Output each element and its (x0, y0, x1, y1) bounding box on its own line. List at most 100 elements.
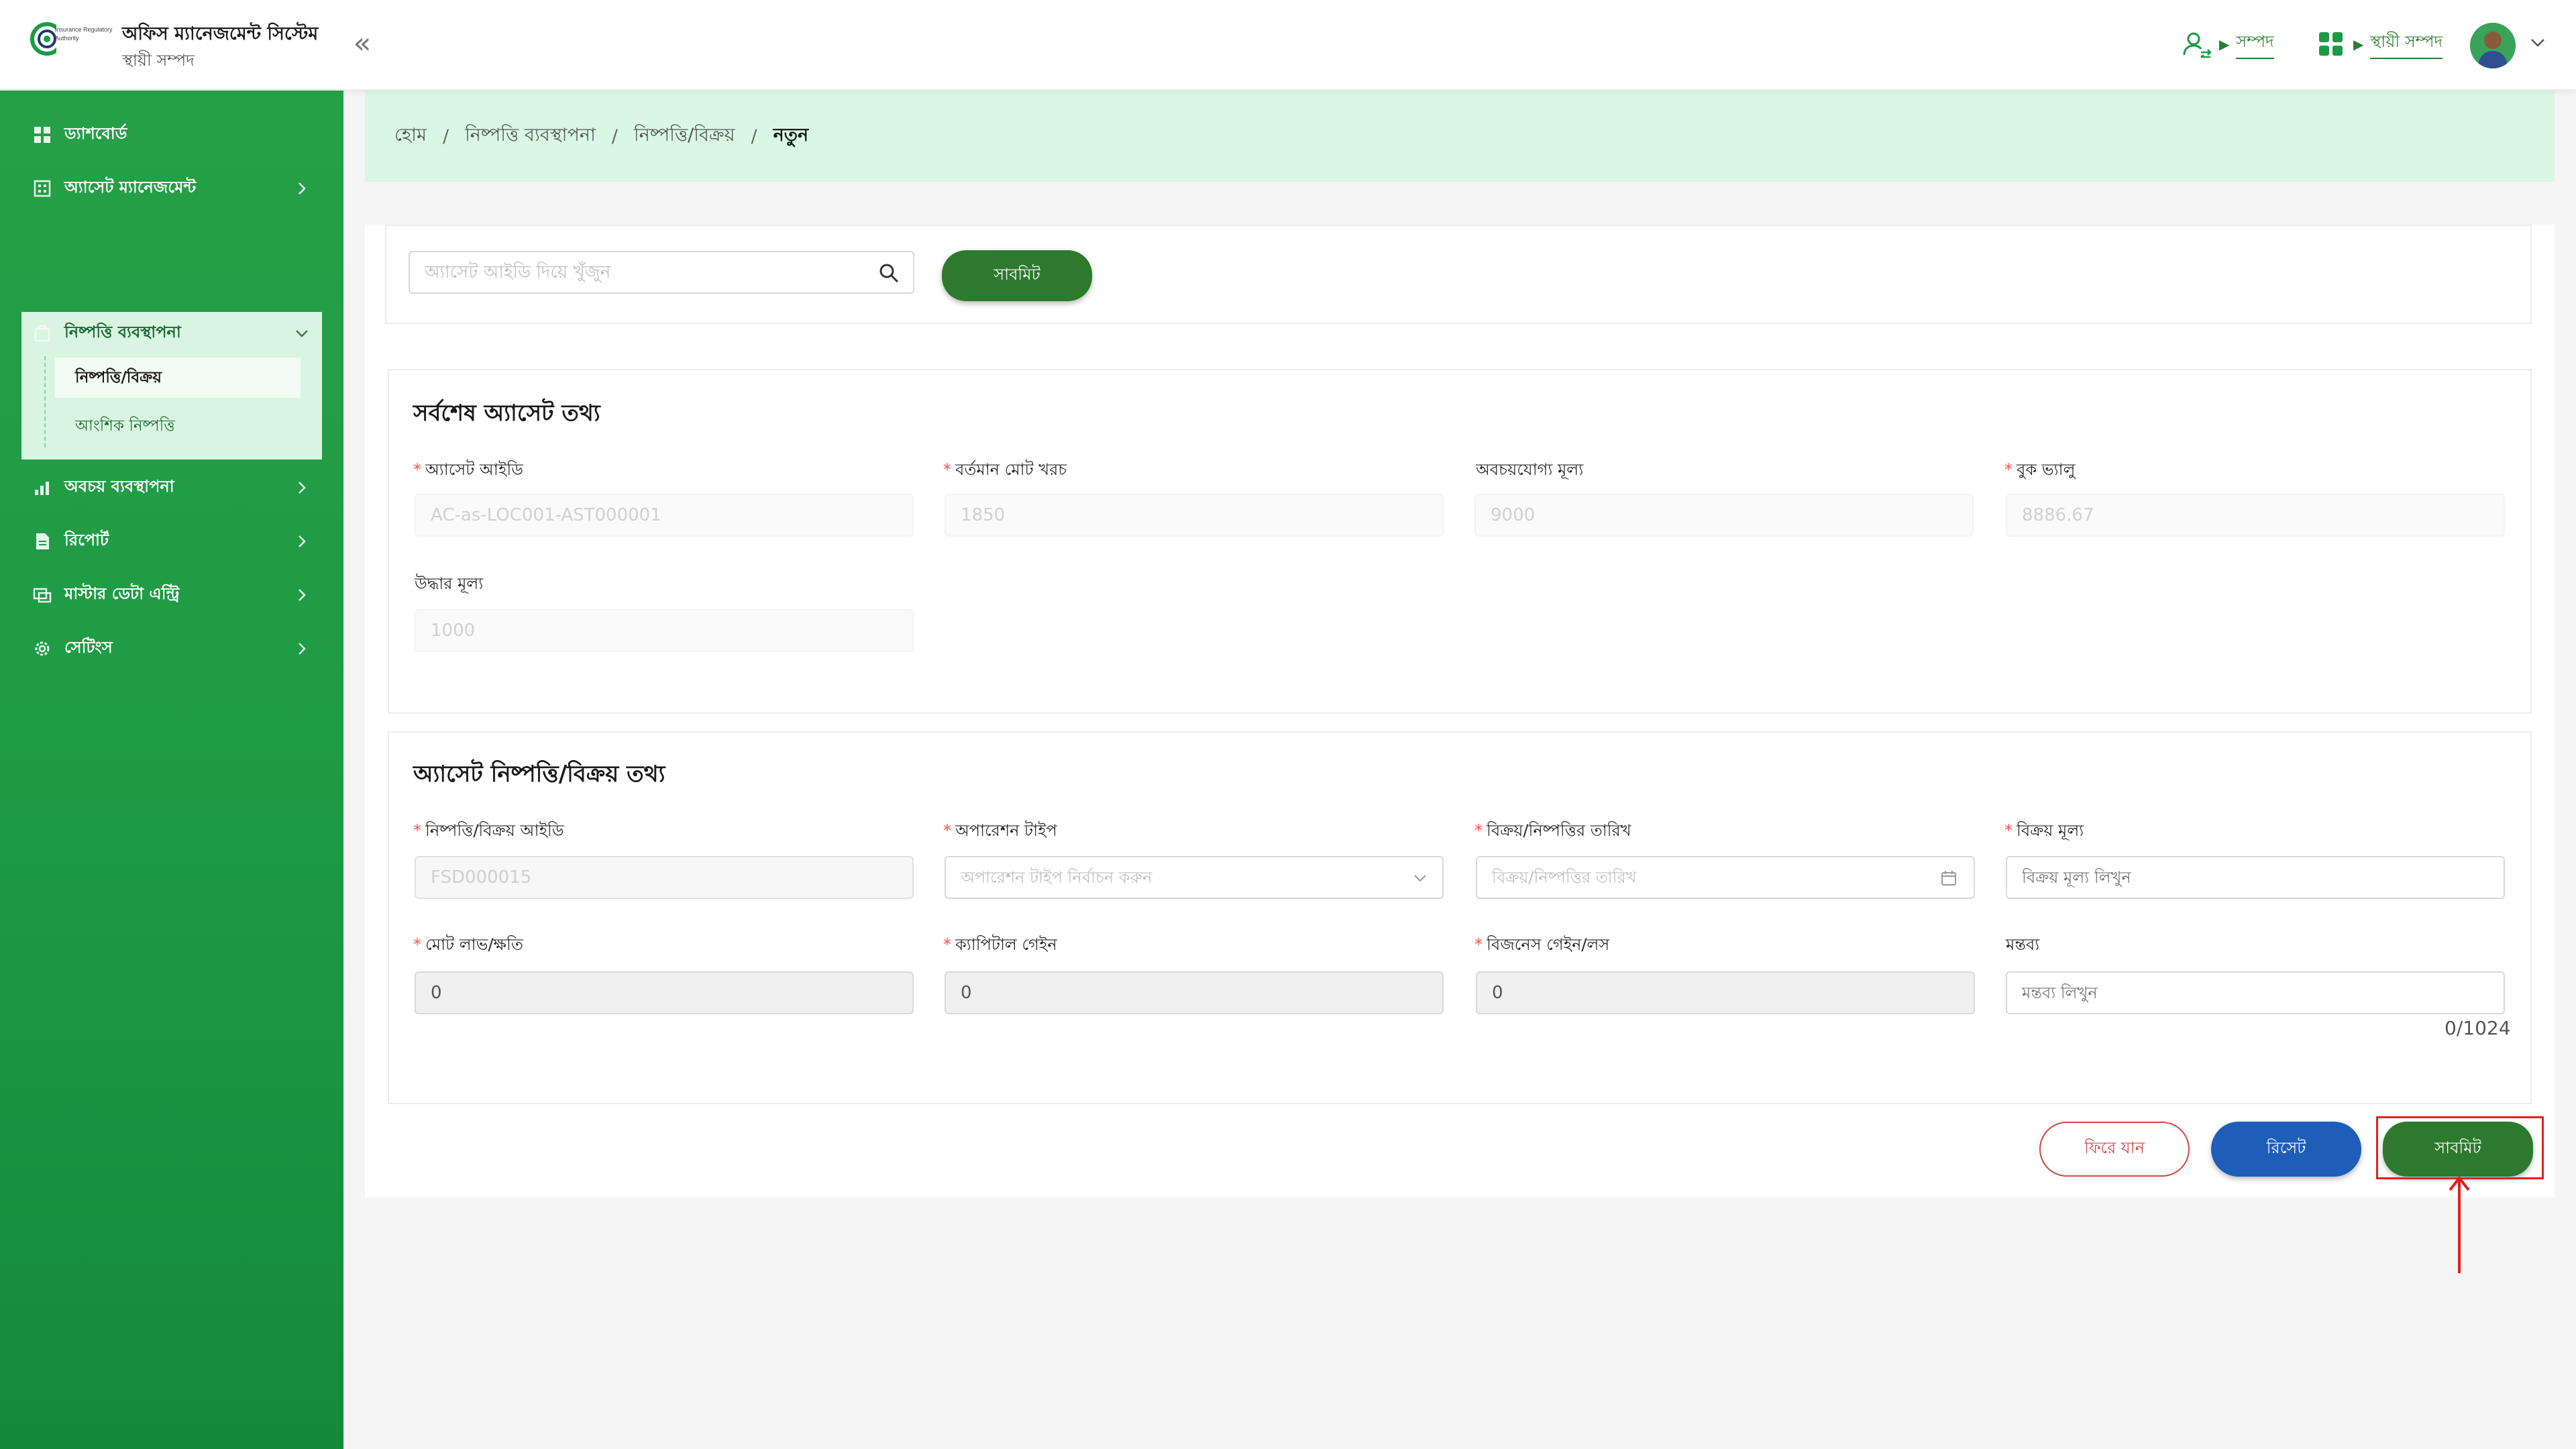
breadcrumb-home[interactable]: হোম (394, 121, 427, 152)
sidebar-subitem-label: নিষ্পত্তি/বিক্রয় (75, 368, 162, 386)
required-mark: * (943, 821, 951, 840)
comment-textarea[interactable] (2006, 971, 2505, 1014)
required-mark: * (1474, 821, 1483, 840)
sale-price-label: * বিক্রয় মূল্য (2004, 821, 2084, 840)
breadcrumb: হোম / নিষ্পত্তি ব্যবস্থাপনা / নিষ্পত্তি/… (365, 91, 2555, 182)
total-profit-loss-field: 0 (415, 971, 914, 1014)
disposal-info-title: অ্যাসেট নিষ্পত্তি/বিক্রয় তথ্য (413, 761, 665, 788)
chevron-right-icon (299, 482, 306, 494)
capital-gain-field: 0 (945, 971, 1444, 1014)
depreciable-value-field: 9000 (1474, 494, 1974, 537)
breadcrumb-disposal-management[interactable]: নিষ্পত্তি ব্যবস্থাপনা (465, 121, 596, 152)
header-link-assets[interactable]: ▶ সম্পদ (2179, 23, 2274, 66)
breadcrumb-separator: / (442, 125, 449, 147)
disposal-id-label: * নিষ্পত্তি/বিক্রয় আইডি (413, 821, 564, 840)
disposal-date-label: * বিক্রয়/নিষ্পত্তির তারিখ (1474, 821, 1631, 840)
sidebar-item-label: সেটিংস (64, 638, 113, 657)
logo-text: Insurance Regulatory Authority (55, 26, 113, 42)
comment-label: মন্তব্য (2006, 935, 2040, 954)
back-button[interactable]: ফিরে যান (2039, 1122, 2190, 1177)
sidebar-item-label: নিষ্পত্তি ব্যবস্থাপনা (64, 323, 181, 341)
app-title: অফিস ম্যানেজমেন্ট সিস্টেম (122, 23, 319, 44)
chevron-down-icon[interactable] (2528, 32, 2548, 52)
sidebar-item-settings[interactable]: সেটিংস (21, 627, 322, 670)
business-gain-loss-label: * বিজনেস গেইন/লস (1474, 935, 1610, 954)
comment-char-count: 0/1024 (2445, 1017, 2511, 1039)
search-input[interactable] (409, 251, 914, 294)
chevron-down-icon (1414, 875, 1426, 882)
dashboard-icon (32, 125, 52, 145)
sidebar-item-label: অবচয় ব্যবস্থাপনা (64, 477, 174, 496)
highlight-box (2376, 1116, 2544, 1179)
breadcrumb-disposal-sale[interactable]: নিষ্পত্তি/বিক্রয় (634, 121, 735, 152)
sidebar: ড্যাশবোর্ড অ্যাসেট ম্যানেজমেন্ট নিষ্পত্ত… (0, 91, 343, 1449)
sidebar-item-depreciation[interactable]: অবচয় ব্যবস্থাপনা (21, 466, 322, 509)
search-icon[interactable] (877, 262, 900, 284)
capital-gain-label: * ক্যাপিটাল গেইন (943, 935, 1057, 954)
disposal-date-picker[interactable]: বিক্রয়/নিষ্পত্তির তারিখ (1476, 856, 1975, 899)
depreciable-value-label: অবচয়যোগ্য মূল্য (1476, 460, 1584, 479)
chevron-down-icon (296, 330, 308, 337)
sidebar-item-label: ড্যাশবোর্ড (64, 124, 127, 143)
required-mark: * (2004, 460, 2012, 479)
sidebar-item-asset-management[interactable]: অ্যাসেট ম্যানেজমেন্ট (21, 167, 322, 210)
avatar[interactable] (2470, 23, 2516, 68)
report-icon (32, 531, 52, 551)
header-link-fixed-assets[interactable]: ▶ স্থায়ী সম্পদ (2313, 23, 2443, 66)
sidebar-item-label: রিপোর্ট (64, 531, 109, 549)
current-total-cost-field: 1850 (945, 494, 1444, 537)
sidebar-item-disposal-management[interactable]: নিষ্পত্তি ব্যবস্থাপনা (21, 312, 322, 355)
operation-type-select[interactable]: অপারেশন টাইপ নির্বাচন করুন (945, 856, 1444, 899)
sidebar-item-dashboard[interactable]: ড্যাশবোর্ড (21, 113, 322, 156)
required-mark: * (943, 935, 951, 954)
required-mark: * (1474, 935, 1483, 954)
header-link-fixed-assets-label: স্থায়ী সম্পদ (2370, 30, 2443, 59)
sidebar-group-disposal: নিষ্পত্তি ব্যবস্থাপনা নিষ্পত্তি/বিক্রয় … (21, 312, 322, 460)
disposal-info-section (388, 731, 2532, 1104)
required-mark: * (943, 460, 951, 479)
sidebar-subitem-disposal-sale[interactable]: নিষ্পত্তি/বিক্রয় (55, 358, 301, 398)
building-icon (32, 178, 52, 199)
current-total-cost-label: * বর্তমান মোট খরচ (943, 460, 1067, 479)
breadcrumb-separator: / (751, 125, 757, 147)
apps-grid-icon (2313, 26, 2349, 62)
settings-icon (32, 639, 52, 659)
latest-asset-title: সর্বশেষ অ্যাসেট তথ্য (413, 400, 600, 427)
tree-line (44, 356, 46, 447)
sidebar-item-master-data[interactable]: মাস্টার ডেটা এন্ট্রি (21, 574, 322, 616)
top-header: Insurance Regulatory Authority অফিস ম্যা… (0, 0, 2576, 91)
reset-button[interactable]: রিসেট (2211, 1122, 2361, 1177)
collapse-sidebar-button[interactable]: « (349, 27, 376, 60)
chevron-right-icon (299, 535, 306, 547)
sale-price-input[interactable] (2006, 856, 2505, 899)
chevron-right-icon (299, 589, 306, 601)
user-switch-icon (2179, 26, 2215, 62)
book-value-label: * বুক ভ্যালু (2004, 460, 2076, 479)
total-profit-loss-label: * মোট লাভ/ক্ষতি (413, 935, 523, 954)
asset-id-field: AC-as-LOC001-AST000001 (415, 494, 914, 537)
chevron-right-icon (299, 643, 306, 655)
salvage-value-field: 1000 (415, 609, 914, 652)
disposal-id-field: FSD000015 (415, 856, 914, 899)
latest-asset-section (388, 369, 2532, 714)
chevron-right-icon (299, 182, 306, 195)
book-value-field: 8886.67 (2006, 494, 2505, 537)
salvage-value-label: উদ্ধার মূল্য (415, 574, 484, 593)
sidebar-item-label: মাস্টার ডেটা এন্ট্রি (64, 584, 180, 603)
calendar-icon (1941, 871, 1956, 885)
depreciation-icon (32, 478, 52, 498)
sidebar-subitem-partial-disposal[interactable]: আংশিক নিষ্পত্তি (55, 406, 322, 446)
required-mark: * (413, 460, 421, 479)
operation-type-label: * অপারেশন টাইপ (943, 821, 1057, 840)
required-mark: * (413, 821, 421, 840)
required-mark: * (413, 935, 421, 954)
header-link-assets-label: সম্পদ (2236, 30, 2274, 59)
breadcrumb-separator: / (611, 125, 618, 147)
search-submit-button[interactable]: সাবমিট (942, 250, 1092, 301)
arrow-up-icon (2449, 1175, 2470, 1273)
breadcrumb-current: নতুন (773, 124, 809, 146)
asset-id-label: * অ্যাসেট আইডি (413, 460, 523, 479)
sidebar-item-report[interactable]: রিপোর্ট (21, 520, 322, 563)
business-gain-loss-field: 0 (1476, 971, 1975, 1014)
disposal-icon (32, 323, 52, 343)
